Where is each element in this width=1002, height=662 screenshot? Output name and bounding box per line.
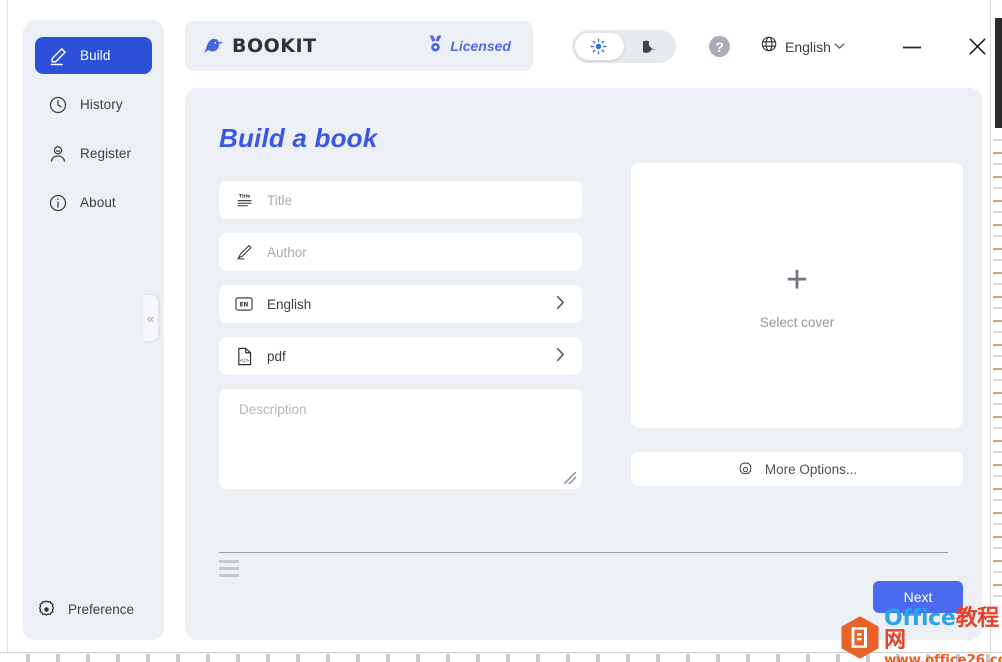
language-field-value: English — [267, 297, 311, 312]
pencil-underline-icon — [47, 45, 69, 67]
minimize-button[interactable] — [899, 34, 925, 60]
en-badge-icon: EN — [234, 294, 254, 314]
brand-name: BOOKIT — [232, 35, 317, 57]
sidebar-collapse-handle[interactable]: « — [143, 295, 158, 341]
gear-icon — [35, 598, 57, 620]
sidebar-item-build[interactable]: Build — [35, 37, 152, 74]
brand-bar: BOOKIT Licensed — [185, 21, 533, 71]
sidebar-item-label: Preference — [68, 602, 134, 617]
sidebar-item-label: Register — [80, 146, 131, 161]
quill-pen-icon — [234, 242, 254, 262]
close-icon — [967, 36, 988, 57]
list-line — [219, 567, 239, 570]
medal-icon — [427, 34, 444, 58]
sun-icon — [590, 38, 607, 55]
title-lines-icon: Title — [234, 190, 254, 210]
section-divider — [219, 552, 948, 553]
office-hex-icon — [838, 615, 882, 661]
svg-text:Title: Title — [238, 193, 250, 199]
title-field[interactable]: Title Title — [219, 181, 582, 219]
svg-text:EN: EN — [240, 303, 249, 309]
list-lines-icon[interactable] — [219, 560, 239, 581]
sidebar-nav: Build History — [23, 37, 164, 233]
chevron-double-left-icon: « — [147, 312, 154, 325]
file-code-icon: </> — [234, 346, 254, 366]
watermark-url: www.office26.com — [884, 652, 1002, 662]
resize-grip-icon[interactable] — [564, 472, 576, 484]
close-button[interactable] — [963, 32, 991, 60]
info-circle-icon — [47, 192, 69, 214]
watermark: Office教程网 www.office26.com — [838, 613, 1002, 662]
author-input-placeholder: Author — [267, 245, 307, 260]
background-page-left-edge — [0, 0, 8, 662]
minimize-icon — [903, 46, 921, 49]
description-placeholder: Description — [239, 402, 307, 417]
list-line — [219, 574, 239, 577]
background-text-lines — [993, 130, 1002, 600]
svg-text:</>: </> — [239, 357, 249, 363]
watermark-text: Office教程网 www.office26.com — [884, 608, 1002, 662]
format-field[interactable]: </> pdf — [219, 337, 582, 375]
page-title: Build a book — [219, 123, 377, 154]
author-field[interactable]: Author — [219, 233, 582, 271]
background-page-right-edge — [990, 0, 1002, 662]
select-cover-dropzone[interactable]: + Select cover — [631, 163, 963, 428]
sidebar-item-preference[interactable]: Preference — [35, 598, 134, 620]
bird-logo-icon — [203, 36, 225, 56]
sidebar-item-register[interactable]: Register — [35, 135, 152, 172]
book-form: Title Title — [219, 181, 582, 503]
background-dark-strip — [995, 18, 1002, 128]
clock-icon — [47, 94, 69, 116]
sidebar-item-label: About — [80, 195, 116, 210]
plus-icon: + — [786, 261, 808, 299]
list-line — [219, 560, 239, 563]
question-mark-icon: ? — [715, 39, 724, 55]
moon-icon — [642, 38, 659, 55]
app-root: Build History — [0, 0, 1002, 662]
globe-icon — [760, 35, 778, 58]
chevron-right-icon — [556, 347, 565, 365]
main-panel: Build a book Title Title — [185, 88, 982, 640]
title-input-placeholder: Title — [267, 193, 292, 208]
more-options-button[interactable]: More Options... — [631, 452, 963, 486]
licensed-label: Licensed — [450, 38, 511, 54]
licensed-badge[interactable]: Licensed — [427, 34, 511, 58]
more-options-label: More Options... — [765, 462, 857, 477]
theme-toggle[interactable] — [572, 30, 676, 63]
chevron-down-icon — [834, 41, 845, 53]
sidebar-item-history[interactable]: History — [35, 86, 152, 123]
description-textarea[interactable]: Description — [219, 389, 582, 489]
watermark-title: Office教程网 — [884, 606, 999, 653]
application-window: Build History — [9, 0, 990, 652]
gear-icon — [737, 461, 754, 478]
format-field-value: pdf — [267, 349, 286, 364]
chevron-right-icon — [556, 295, 565, 313]
sidebar-item-about[interactable]: About — [35, 184, 152, 221]
language-selector[interactable]: English — [760, 35, 845, 58]
language-label: English — [785, 39, 831, 55]
select-cover-label: Select cover — [760, 315, 834, 330]
language-field[interactable]: EN English — [219, 285, 582, 323]
sidebar-item-label: History — [80, 97, 123, 112]
sidebar-item-label: Build — [80, 48, 111, 63]
help-button[interactable]: ? — [709, 36, 730, 57]
user-icon — [47, 143, 69, 165]
